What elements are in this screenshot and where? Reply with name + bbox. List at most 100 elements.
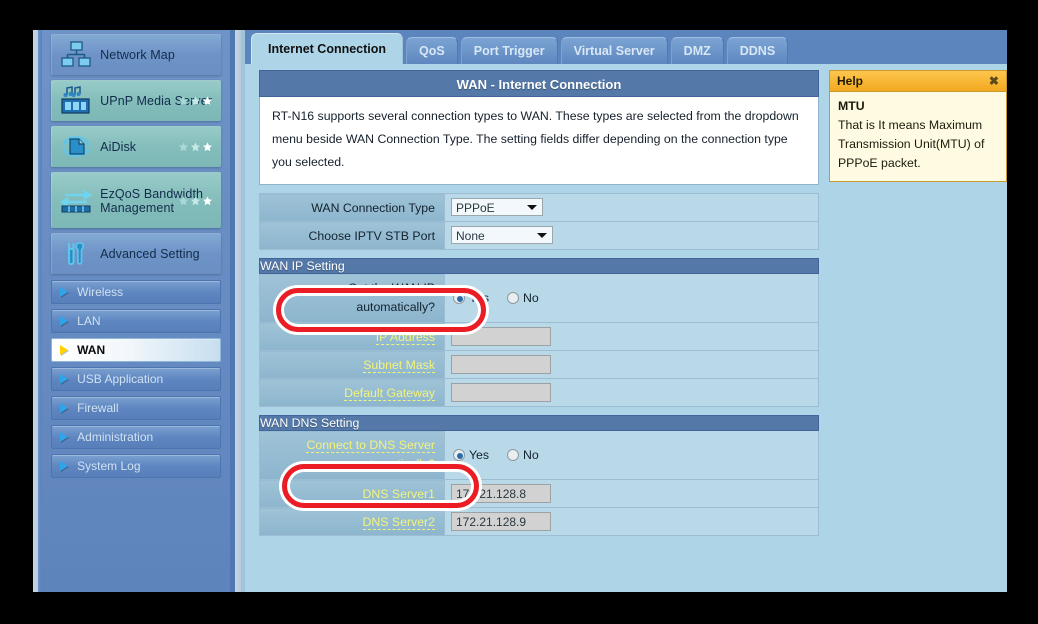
tab-qos[interactable]: QoS (406, 37, 458, 64)
router-admin-window: Network Map UPnP Media Server (33, 30, 1007, 592)
ip-address-field[interactable] (451, 327, 551, 346)
body-area: WAN - Internet Connection RT-N16 support… (245, 64, 1007, 592)
settings-column: WAN - Internet Connection RT-N16 support… (259, 70, 819, 592)
sidebar-item-label: Advanced Setting (100, 247, 221, 261)
sidebar-item-label: USB Application (77, 372, 163, 386)
sidebar-submenu: Wireless LAN WAN USB Application Firewal… (51, 280, 221, 478)
table-row: Choose IPTV STB Port None (259, 222, 818, 250)
sidebar-item-aidisk[interactable]: AiDisk (51, 126, 221, 167)
radio-label: No (523, 291, 539, 305)
connect-dns-no-option[interactable]: No (507, 448, 539, 462)
tab-label: Virtual Server (574, 44, 655, 58)
rating-stars (178, 195, 213, 206)
iptv-stb-port-select[interactable]: None (451, 226, 553, 244)
wan-connection-type-label: WAN Connection Type (259, 194, 444, 222)
dns-server1-field[interactable] (451, 484, 551, 503)
bandwidth-icon (52, 188, 100, 214)
close-icon[interactable]: ✖ (989, 74, 999, 88)
tab-port-trigger[interactable]: Port Trigger (461, 37, 558, 64)
sidebar-item-administration[interactable]: Administration (51, 425, 221, 449)
sidebar-item-label: Firewall (77, 401, 118, 415)
table-row: Connect to DNS Server automatically? Yes (259, 431, 818, 480)
help-link-line-1[interactable]: Connect to DNS Server (306, 438, 435, 453)
radio-label: Yes (469, 448, 489, 462)
dns-server1-label: DNS Server1 (259, 480, 444, 508)
sidebar-item-label: System Log (77, 459, 140, 473)
iptv-stb-port-cell: None (444, 222, 818, 250)
table-row: DNS Server1 (259, 480, 818, 508)
table-row: WAN DNS Setting (259, 416, 818, 431)
sidebar-item-usb-application[interactable]: USB Application (51, 367, 221, 391)
sidebar-item-ezqos-bandwidth-management[interactable]: EzQoS Bandwidth Management (51, 172, 221, 228)
subnet-mask-field[interactable] (451, 355, 551, 374)
help-panel-body: MTU That is It means Maximum Transmissio… (830, 92, 1006, 181)
tab-dmz[interactable]: DMZ (671, 37, 724, 64)
wan-ip-section-header: WAN IP Setting (259, 259, 818, 274)
table-row: IP Address (259, 323, 818, 351)
radio-label: No (523, 448, 539, 462)
help-body-text: That is It means Maximum Transmission Un… (838, 116, 998, 173)
rating-stars (178, 96, 213, 107)
sidebar-item-advanced-setting[interactable]: Advanced Setting (51, 233, 221, 274)
tab-ddns[interactable]: DDNS (727, 37, 788, 64)
get-wan-ip-no-option[interactable]: No (507, 291, 539, 305)
ip-address-cell (444, 323, 818, 351)
subnet-mask-cell (444, 351, 818, 379)
connect-dns-auto-label: Connect to DNS Server automatically? (259, 431, 444, 480)
label-line-2: automatically? (356, 300, 435, 314)
sidebar-item-label: Network Map (100, 48, 221, 62)
help-link-line-2[interactable]: automatically? (356, 457, 435, 472)
table-row: Get the WAN IP automatically? Yes (259, 274, 818, 323)
page-description: RT-N16 supports several connection types… (259, 97, 819, 185)
connect-dns-auto-cell: Yes No (444, 431, 818, 480)
help-panel-header: Help ✖ (830, 71, 1006, 92)
default-gateway-cell (444, 379, 818, 407)
help-link[interactable]: Subnet Mask (363, 358, 435, 373)
wan-connection-type-select[interactable]: PPPoE (451, 198, 543, 216)
basic-settings-table: WAN Connection Type PPPoE Choose IPTV ST… (259, 193, 819, 250)
sidebar-item-system-log[interactable]: System Log (51, 454, 221, 478)
iptv-stb-port-label: Choose IPTV STB Port (259, 222, 444, 250)
aidisk-icon (52, 133, 100, 161)
tab-virtual-server[interactable]: Virtual Server (561, 37, 668, 64)
sidebar-item-firewall[interactable]: Firewall (51, 396, 221, 420)
table-row: Subnet Mask (259, 351, 818, 379)
help-link[interactable]: DNS Server1 (363, 487, 435, 502)
ip-address-label: IP Address (259, 323, 444, 351)
chevron-right-icon (60, 403, 68, 413)
chevron-right-icon (60, 287, 68, 297)
tab-internet-connection[interactable]: Internet Connection (251, 33, 403, 64)
chevron-right-icon (60, 345, 68, 355)
radio-unselected-icon (507, 292, 519, 304)
help-body-title: MTU (838, 97, 998, 116)
connect-dns-radio-group: Yes No (451, 448, 818, 462)
radio-unselected-icon (507, 449, 519, 461)
help-panel: Help ✖ MTU That is It means Maximum Tran… (829, 70, 1007, 182)
dns-server2-field[interactable] (451, 512, 551, 531)
connect-dns-yes-option[interactable]: Yes (453, 448, 489, 462)
radio-label: Yes (469, 291, 489, 305)
sidebar-item-network-map[interactable]: Network Map (51, 34, 221, 75)
default-gateway-field[interactable] (451, 383, 551, 402)
table-row: DNS Server2 (259, 508, 818, 536)
sidebar-item-lan[interactable]: LAN (51, 309, 221, 333)
rating-stars (178, 142, 213, 153)
wan-ip-setting-table: WAN IP Setting Get the WAN IP automatica… (259, 258, 819, 407)
wan-connection-type-cell: PPPoE (444, 194, 818, 222)
tools-icon (52, 240, 100, 268)
wan-dns-setting-table: WAN DNS Setting Connect to DNS Server au… (259, 415, 819, 536)
tab-label: Port Trigger (474, 44, 545, 58)
help-link[interactable]: Default Gateway (344, 386, 435, 401)
help-link[interactable]: DNS Server2 (363, 515, 435, 530)
sidebar-item-wan[interactable]: WAN (51, 338, 221, 362)
iptv-stb-port-select-wrap: None (451, 226, 553, 245)
sidebar-item-upnp-media-server[interactable]: UPnP Media Server (51, 80, 221, 121)
sidebar-item-label: WAN (77, 343, 105, 357)
sidebar-item-wireless[interactable]: Wireless (51, 280, 221, 304)
tab-label: DDNS (740, 44, 775, 58)
media-server-icon (52, 86, 100, 116)
get-wan-ip-yes-option[interactable]: Yes (453, 291, 489, 305)
dns-server2-label: DNS Server2 (259, 508, 444, 536)
help-link[interactable]: IP Address (376, 330, 435, 345)
label-line-1: Get the WAN IP (348, 281, 435, 295)
